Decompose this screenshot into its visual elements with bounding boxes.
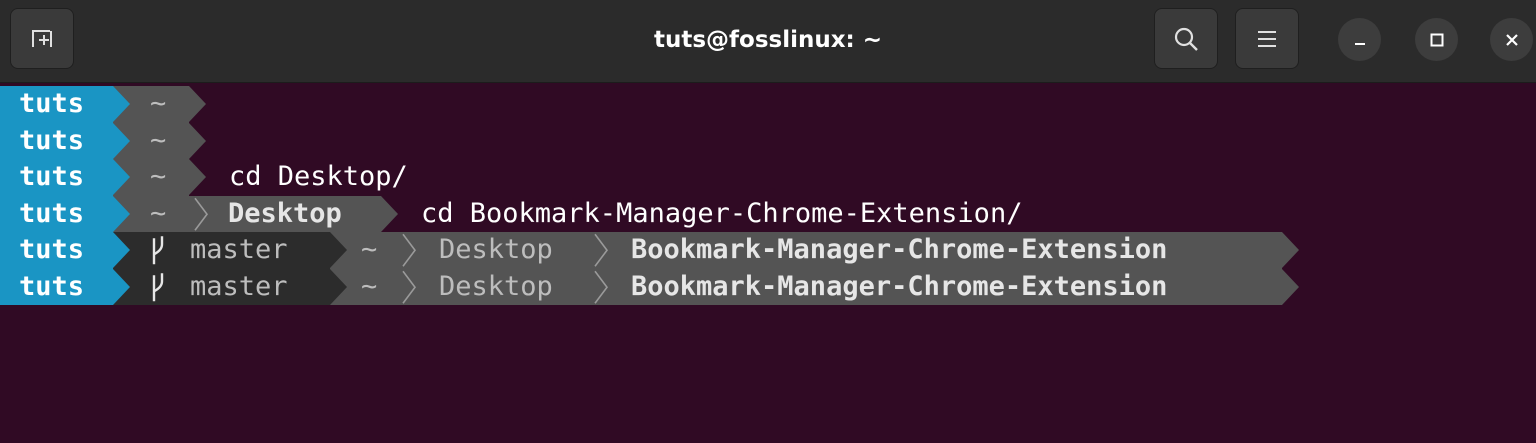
segment-separator xyxy=(113,86,130,122)
prompt-repo: Bookmark-Manager-Chrome-Extension xyxy=(631,234,1168,265)
prompt-user: tuts xyxy=(0,195,113,232)
segment-separator xyxy=(113,195,130,232)
prompt-line: tuts ~ xyxy=(0,86,1536,123)
terminal-output[interactable]: tuts ~ tuts ~ tuts ~ cd Desktop/ tuts ~ … xyxy=(0,86,1536,305)
prompt-user: tuts xyxy=(0,159,113,196)
prompt-user: tuts xyxy=(0,268,113,305)
prompt-home: ~ xyxy=(150,197,167,229)
minimize-button[interactable] xyxy=(1338,18,1381,61)
prompt-line: tuts ~ cd Desktop/ xyxy=(0,159,1536,196)
segment-separator xyxy=(113,232,130,268)
prompt-line: tuts master ~ Desktop Bookmark-Manager-C… xyxy=(0,268,1536,305)
prompt-dir: Desktop xyxy=(439,234,553,265)
search-button[interactable] xyxy=(1154,8,1218,69)
prompt-dir: Desktop xyxy=(228,197,342,229)
command-text: cd Bookmark-Manager-Chrome-Extension/ xyxy=(421,197,1023,229)
segment-separator xyxy=(113,159,130,195)
segment-separator xyxy=(330,268,347,305)
prompt-user: tuts xyxy=(0,122,113,159)
segment-separator xyxy=(1282,268,1299,305)
segment-separator xyxy=(113,268,130,305)
segment-separator xyxy=(381,195,398,232)
path-separator-icon xyxy=(402,233,416,267)
prompt-user: tuts xyxy=(0,86,113,123)
prompt-home: ~ xyxy=(150,124,167,156)
maximize-icon xyxy=(1430,33,1443,46)
git-branch: master xyxy=(190,234,288,265)
close-button[interactable] xyxy=(1490,18,1533,61)
segment-separator xyxy=(189,159,206,195)
git-branch-icon xyxy=(152,272,164,301)
path-separator-icon xyxy=(402,270,416,304)
prompt-line: tuts ~ Desktop cd Bookmark-Manager-Chrom… xyxy=(0,195,1536,232)
path-separator-icon xyxy=(194,197,208,231)
segment-separator xyxy=(189,122,206,159)
path-separator-icon xyxy=(594,270,608,304)
prompt-home: ~ xyxy=(361,270,378,302)
git-branch: master xyxy=(190,270,288,302)
segment-separator xyxy=(1282,232,1299,268)
path-separator-icon xyxy=(594,233,608,267)
search-icon xyxy=(1174,27,1198,51)
close-icon xyxy=(1505,33,1518,46)
prompt-dir: Desktop xyxy=(439,270,553,302)
prompt-line: tuts master ~ Desktop Bookmark-Manager-C… xyxy=(0,232,1536,269)
prompt-line: tuts ~ xyxy=(0,122,1536,159)
prompt-home: ~ xyxy=(361,234,378,265)
prompt-user: tuts xyxy=(0,232,113,269)
menu-button[interactable] xyxy=(1235,8,1299,69)
window-title: tuts@fosslinux: ~ xyxy=(653,27,883,53)
prompt-repo: Bookmark-Manager-Chrome-Extension xyxy=(631,270,1168,302)
command-text: cd Desktop/ xyxy=(229,161,408,192)
minimize-icon xyxy=(1354,42,1365,45)
prompt-home: ~ xyxy=(150,161,167,192)
segment-separator xyxy=(113,122,130,159)
segment-separator xyxy=(330,232,347,268)
maximize-button[interactable] xyxy=(1415,18,1458,61)
prompt-home: ~ xyxy=(150,88,167,119)
git-branch-icon xyxy=(152,236,164,265)
segment-separator xyxy=(189,86,206,122)
title-bar: tuts@fosslinux: ~ xyxy=(0,0,1536,83)
hamburger-menu-icon xyxy=(1258,30,1276,47)
